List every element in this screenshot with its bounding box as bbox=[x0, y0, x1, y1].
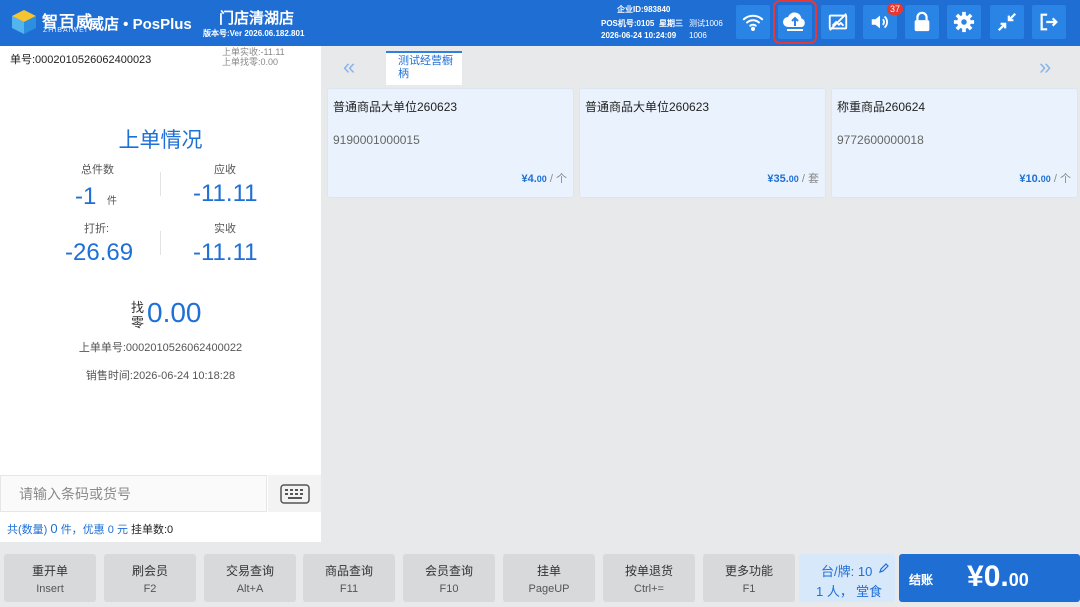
logout-button[interactable] bbox=[1032, 5, 1066, 39]
summary-title: 上单情况 bbox=[118, 129, 203, 152]
product-query-button[interactable]: 商品查询 F11 bbox=[303, 554, 395, 602]
top-bar: 智百威 ZHIBAIWEI 威店 • PosPlus 门店清湖店 版本号:Ver… bbox=[0, 0, 1080, 46]
product-code: 9772600000018 bbox=[837, 133, 924, 147]
paid-label: 实收 bbox=[214, 223, 236, 235]
logout-icon bbox=[1040, 13, 1058, 31]
app-title: 威店 • PosPlus bbox=[89, 16, 192, 33]
collapse-button[interactable] bbox=[990, 5, 1024, 39]
lock-icon bbox=[914, 11, 930, 32]
paid-value: -11.11 bbox=[193, 239, 258, 266]
product-area: « 测试经营橱柄 » 普通商品大单位260623 9190001000015 ¥… bbox=[321, 46, 1080, 542]
reopen-order-button[interactable]: 重开单 Insert bbox=[4, 554, 96, 602]
discount-label: 打折: bbox=[84, 223, 110, 235]
product-card[interactable]: 普通商品大单位260623 ¥35.00 / 套 bbox=[579, 88, 826, 198]
return-by-order-button[interactable]: 按单退货 Ctrl+= bbox=[603, 554, 695, 602]
discount-unit: 元 bbox=[116, 524, 128, 536]
cart-total-line: 共(数量) 0 件，优惠 0 元 挂单数:0 bbox=[7, 521, 173, 537]
store-name: 门店清湖店 bbox=[219, 10, 295, 27]
order-panel: 单号:0002010526062400023 上单实收:-11.11 上单找零:… bbox=[0, 46, 321, 542]
settings-button[interactable] bbox=[947, 5, 981, 39]
no-image-button[interactable] bbox=[821, 5, 855, 39]
product-price: ¥10.00 / 个 bbox=[1019, 173, 1071, 185]
total-qty-label: 总件数 bbox=[81, 164, 114, 176]
receivable-value: -11.11 bbox=[193, 180, 258, 207]
lock-button[interactable] bbox=[905, 5, 939, 39]
speaker-button[interactable]: 37 bbox=[863, 3, 903, 39]
datetime: 2026-06-24 10:24:09 bbox=[601, 31, 677, 40]
total-unit: 件， bbox=[60, 524, 83, 536]
pos-no: POS机号:0105 bbox=[601, 19, 655, 28]
operator-id: 1006 bbox=[689, 31, 707, 40]
keyboard-icon bbox=[279, 483, 310, 504]
version-label: 版本号:Ver 2026.06.182.801 bbox=[203, 29, 305, 38]
speaker-icon bbox=[871, 15, 888, 29]
next-page-icon[interactable]: » bbox=[1039, 54, 1051, 80]
divider bbox=[160, 172, 161, 196]
wifi-button[interactable] bbox=[736, 5, 770, 39]
more-functions-button[interactable]: 更多功能 F1 bbox=[703, 554, 795, 602]
notification-badge: 37 bbox=[886, 3, 903, 15]
sale-time: 销售时间:2026-06-24 10:18:28 bbox=[85, 370, 236, 382]
table-label: 台/牌: 10 bbox=[821, 564, 873, 579]
total-prefix: 共(数量) bbox=[7, 524, 48, 536]
change-value: 0.00 bbox=[147, 297, 202, 328]
cloud-upload-icon bbox=[783, 12, 805, 31]
hold-count: 挂单数:0 bbox=[131, 524, 174, 536]
discount-value: -26.69 bbox=[65, 239, 134, 266]
gear-icon bbox=[953, 11, 975, 33]
total-count: 0 bbox=[50, 521, 58, 536]
last-order-number: 上单单号:0002010526062400022 bbox=[78, 342, 243, 354]
product-card[interactable]: 普通商品大单位260623 9190001000015 ¥4.00 / 个 bbox=[327, 88, 574, 198]
cloud-upload-button[interactable] bbox=[773, 0, 817, 44]
qty-unit: 件 bbox=[107, 196, 117, 207]
discount-amount: 0 bbox=[107, 524, 114, 536]
collapse-icon bbox=[997, 12, 1017, 32]
product-card[interactable]: 称重商品260624 9772600000018 ¥10.00 / 个 bbox=[831, 88, 1078, 198]
table-people: 1 人， bbox=[816, 584, 853, 599]
logo-cube-icon bbox=[12, 10, 36, 34]
category-tab[interactable]: 测试经营橱柄 bbox=[386, 51, 462, 85]
product-name: 普通商品大单位260623 bbox=[585, 100, 710, 114]
receivable-label: 应收 bbox=[214, 164, 236, 176]
divider bbox=[160, 231, 161, 255]
prev-page-icon[interactable]: « bbox=[343, 54, 355, 80]
hold-order-button[interactable]: 挂单 PageUP bbox=[503, 554, 595, 602]
order-number: 单号:0002010526062400023 bbox=[10, 54, 152, 66]
weekday: 星期三 bbox=[659, 19, 683, 28]
change-label: 找零 bbox=[131, 300, 145, 330]
checkout-button[interactable]: 结账 ¥0.00 bbox=[899, 554, 1080, 602]
checkout-label: 结账 bbox=[909, 573, 934, 587]
product-price: ¥4.00 / 个 bbox=[521, 173, 568, 185]
no-image-icon bbox=[828, 13, 848, 31]
product-price: ¥35.00 / 套 bbox=[767, 173, 819, 185]
wifi-icon bbox=[742, 14, 764, 31]
logo-subtext: ZHIBAIWEI bbox=[43, 27, 88, 34]
previous-paid: 上单实收:-11.11 bbox=[222, 47, 285, 57]
product-code: 9190001000015 bbox=[333, 133, 420, 147]
member-query-button[interactable]: 会员查询 F10 bbox=[403, 554, 495, 602]
product-name: 称重商品260624 bbox=[837, 100, 926, 114]
barcode-input[interactable] bbox=[0, 475, 267, 512]
keyboard-button[interactable] bbox=[268, 475, 321, 512]
total-qty-value: -1 bbox=[75, 183, 97, 210]
previous-change: 上单找零:0.00 bbox=[222, 57, 279, 67]
company-id: 企业ID:983840 bbox=[617, 5, 671, 14]
swipe-member-button[interactable]: 刷会员 F2 bbox=[104, 554, 196, 602]
test-label: 测试1006 bbox=[689, 19, 723, 28]
previous-summary: 上单实收:-11.11 上单找零:0.00 bbox=[222, 47, 285, 67]
discount-text: 优惠 bbox=[82, 524, 105, 536]
product-name: 普通商品大单位260623 bbox=[333, 100, 458, 114]
checkout-amount: ¥0.00 bbox=[967, 560, 1029, 593]
edit-icon bbox=[879, 563, 889, 573]
dine-type: 堂食 bbox=[856, 584, 883, 599]
transaction-query-button[interactable]: 交易查询 Alt+A bbox=[204, 554, 296, 602]
table-info-button[interactable]: 台/牌: 10 1 人， 堂食 bbox=[799, 554, 895, 602]
function-bar: 重开单 Insert 刷会员 F2 交易查询 Alt+A 商品查询 F11 会员查询 F1… bbox=[0, 547, 1080, 607]
